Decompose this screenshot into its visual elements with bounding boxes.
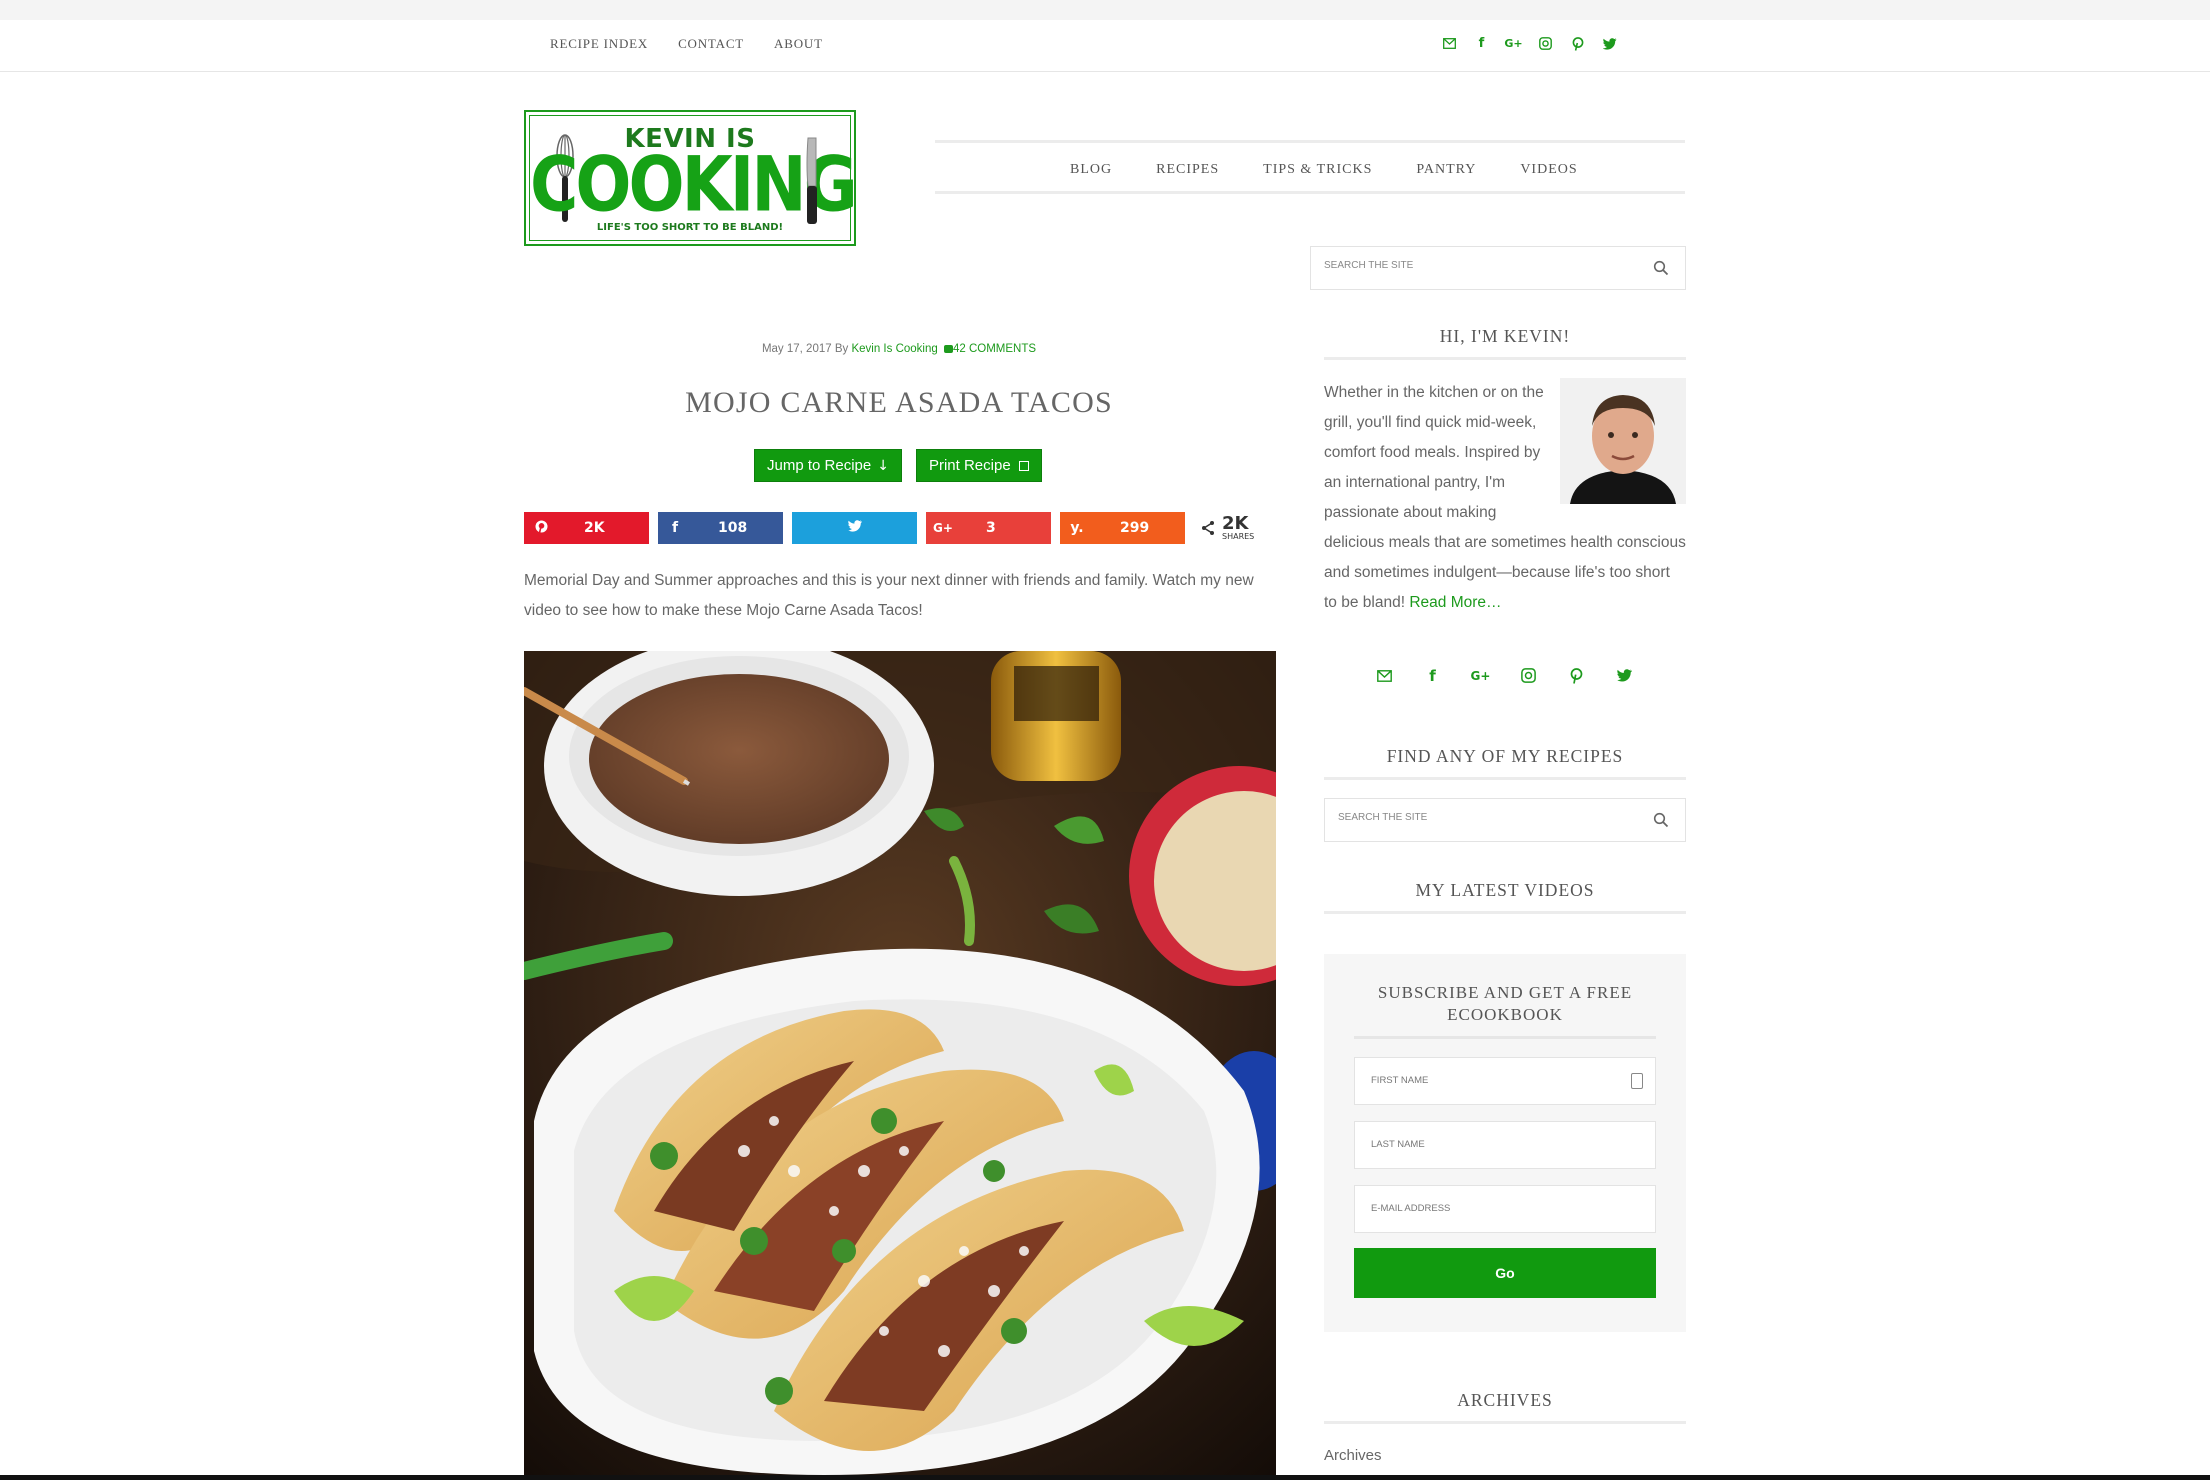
share-total: 2K SHARES: [1200, 512, 1255, 541]
main-nav-pantry[interactable]: PANTRY: [1416, 162, 1476, 177]
post-intro: Memorial Day and Summer approaches and t…: [524, 572, 1254, 619]
about-widget: Whether in the kitchen or on the grill, …: [1324, 378, 1686, 618]
google-plus-icon[interactable]: G+: [1471, 667, 1491, 684]
instagram-icon[interactable]: [1520, 667, 1537, 684]
share-facebook-count: 108: [718, 520, 748, 536]
email-input[interactable]: [1371, 1203, 1611, 1214]
latest-videos-title: MY LATEST VIDEOS: [1324, 880, 1686, 914]
top-nav-recipe-index[interactable]: RECIPE INDEX: [550, 36, 648, 52]
main-nav-tips-tricks[interactable]: TIPS & TRICKS: [1263, 162, 1372, 177]
subscribe-widget: SUBSCRIBE AND GET A FREE ECOOKBOOK Go: [1324, 954, 1686, 1332]
share-icon: [1202, 521, 1214, 535]
facebook-icon: f: [671, 520, 679, 536]
first-name-field: [1354, 1057, 1656, 1105]
post-title: MOJO CARNE ASADA TACOS: [685, 386, 1113, 419]
archives-title: ARCHIVES: [1324, 1390, 1686, 1424]
twitter-icon[interactable]: [1601, 35, 1618, 52]
email-icon[interactable]: [1376, 667, 1393, 684]
pinterest-icon[interactable]: [1568, 667, 1585, 684]
recipe-buttons: Jump to Recipe ↓ Print Recipe: [754, 449, 1042, 482]
share-google-plus-count: 3: [986, 520, 996, 536]
archives-dropdown[interactable]: Archives: [1324, 1447, 1382, 1464]
share-yummly-count: 299: [1120, 520, 1150, 536]
share-yummly-button[interactable]: y. 299: [1060, 512, 1185, 544]
twitter-icon: [792, 520, 917, 536]
logo-line2: COOKING: [530, 140, 858, 229]
comments-icon: [943, 344, 953, 353]
header-search: [1310, 246, 1686, 290]
facebook-icon[interactable]: f: [1473, 35, 1490, 52]
main-nav-recipes[interactable]: RECIPES: [1156, 162, 1219, 177]
post-comments-link[interactable]: 42 COMMENTS: [953, 343, 1036, 355]
main-nav-blog[interactable]: BLOG: [1070, 162, 1112, 177]
share-bar: 2K f 108 G+ 3 y. 299 2K SHARES: [524, 512, 1254, 544]
find-recipes-title: FIND ANY OF MY RECIPES: [1324, 746, 1686, 780]
share-twitter-button[interactable]: [792, 512, 917, 544]
arrow-down-icon: ↓: [877, 457, 889, 474]
post-hero-image[interactable]: [524, 651, 1276, 1475]
instagram-icon[interactable]: [1537, 35, 1554, 52]
logo-tagline: LIFE'S TOO SHORT TO BE BLAND!: [596, 222, 784, 233]
post-date: May 17, 2017: [761, 343, 832, 355]
twitter-icon[interactable]: [1616, 667, 1633, 684]
share-facebook-button[interactable]: f 108: [658, 512, 783, 544]
contact-card-icon: [1631, 1073, 1643, 1089]
header-search-input[interactable]: [1324, 260, 1604, 271]
main-nav-videos[interactable]: VIDEOS: [1520, 162, 1577, 177]
top-nav-about[interactable]: ABOUT: [774, 36, 823, 52]
top-bar: RECIPE INDEX CONTACT ABOUT f G+: [0, 20, 2210, 72]
print-recipe-label: Print Recipe: [928, 457, 1011, 474]
last-name-input[interactable]: [1371, 1139, 1611, 1150]
logo-frame: KEVIN IS COOKING LIFE'S TOO SHORT TO BE …: [529, 115, 858, 241]
top-nav-contact[interactable]: CONTACT: [678, 36, 744, 52]
search-icon[interactable]: [1653, 260, 1669, 276]
last-name-field: [1354, 1121, 1656, 1169]
browser-top-strip: [0, 0, 2210, 20]
share-pinterest-count: 2K: [584, 520, 605, 536]
share-google-plus-button[interactable]: G+ 3: [926, 512, 1051, 544]
kevin-avatar: [1560, 378, 1686, 504]
share-total-count: 2K: [1222, 512, 1249, 534]
pinterest-icon: [524, 520, 558, 537]
top-nav: RECIPE INDEX CONTACT ABOUT: [550, 36, 823, 52]
jump-to-recipe-label: Jump to Recipe: [767, 457, 872, 474]
window-bottom-edge: [0, 1475, 2210, 1480]
sidebar-social-icons: f G+: [1376, 667, 1633, 685]
post-meta: May 17, 2017 By Kevin Is Cooking 42 COMM…: [524, 343, 1274, 355]
google-plus-icon[interactable]: G+: [1504, 35, 1522, 52]
external-window-icon: [1018, 460, 1029, 471]
subscribe-title: SUBSCRIBE AND GET A FREE ECOOKBOOK: [1354, 982, 1656, 1039]
about-widget-title: HI, I'M KEVIN!: [1324, 326, 1686, 360]
email-field: [1354, 1185, 1656, 1233]
knife-icon: [806, 137, 817, 224]
yummly-icon: y.: [1070, 520, 1084, 536]
facebook-icon[interactable]: f: [1424, 667, 1441, 685]
read-more-link[interactable]: Read More…: [1409, 594, 1501, 611]
tacos-photo: [524, 651, 1276, 1475]
google-plus-icon: G+: [933, 521, 953, 535]
jump-to-recipe-button[interactable]: Jump to Recipe ↓: [754, 449, 902, 482]
pinterest-icon[interactable]: [1569, 35, 1586, 52]
sidebar-search-input[interactable]: [1338, 812, 1618, 823]
site-logo[interactable]: KEVIN IS COOKING LIFE'S TOO SHORT TO BE …: [524, 110, 858, 246]
sidebar-search: [1324, 798, 1686, 842]
top-social-icons: f G+: [1441, 35, 1618, 52]
email-icon[interactable]: [1441, 35, 1458, 52]
share-total-label: SHARES: [1222, 531, 1255, 541]
search-icon[interactable]: [1653, 812, 1669, 828]
main-nav: BLOG RECIPES TIPS & TRICKS PANTRY VIDEOS: [935, 140, 1685, 194]
print-recipe-button[interactable]: Print Recipe: [915, 449, 1042, 482]
first-name-input[interactable]: [1371, 1075, 1611, 1086]
share-pinterest-button[interactable]: 2K: [524, 512, 649, 544]
subscribe-go-button[interactable]: Go: [1354, 1248, 1656, 1298]
post-by: By: [834, 343, 849, 355]
post-author-link[interactable]: Kevin Is Cooking: [851, 343, 937, 355]
